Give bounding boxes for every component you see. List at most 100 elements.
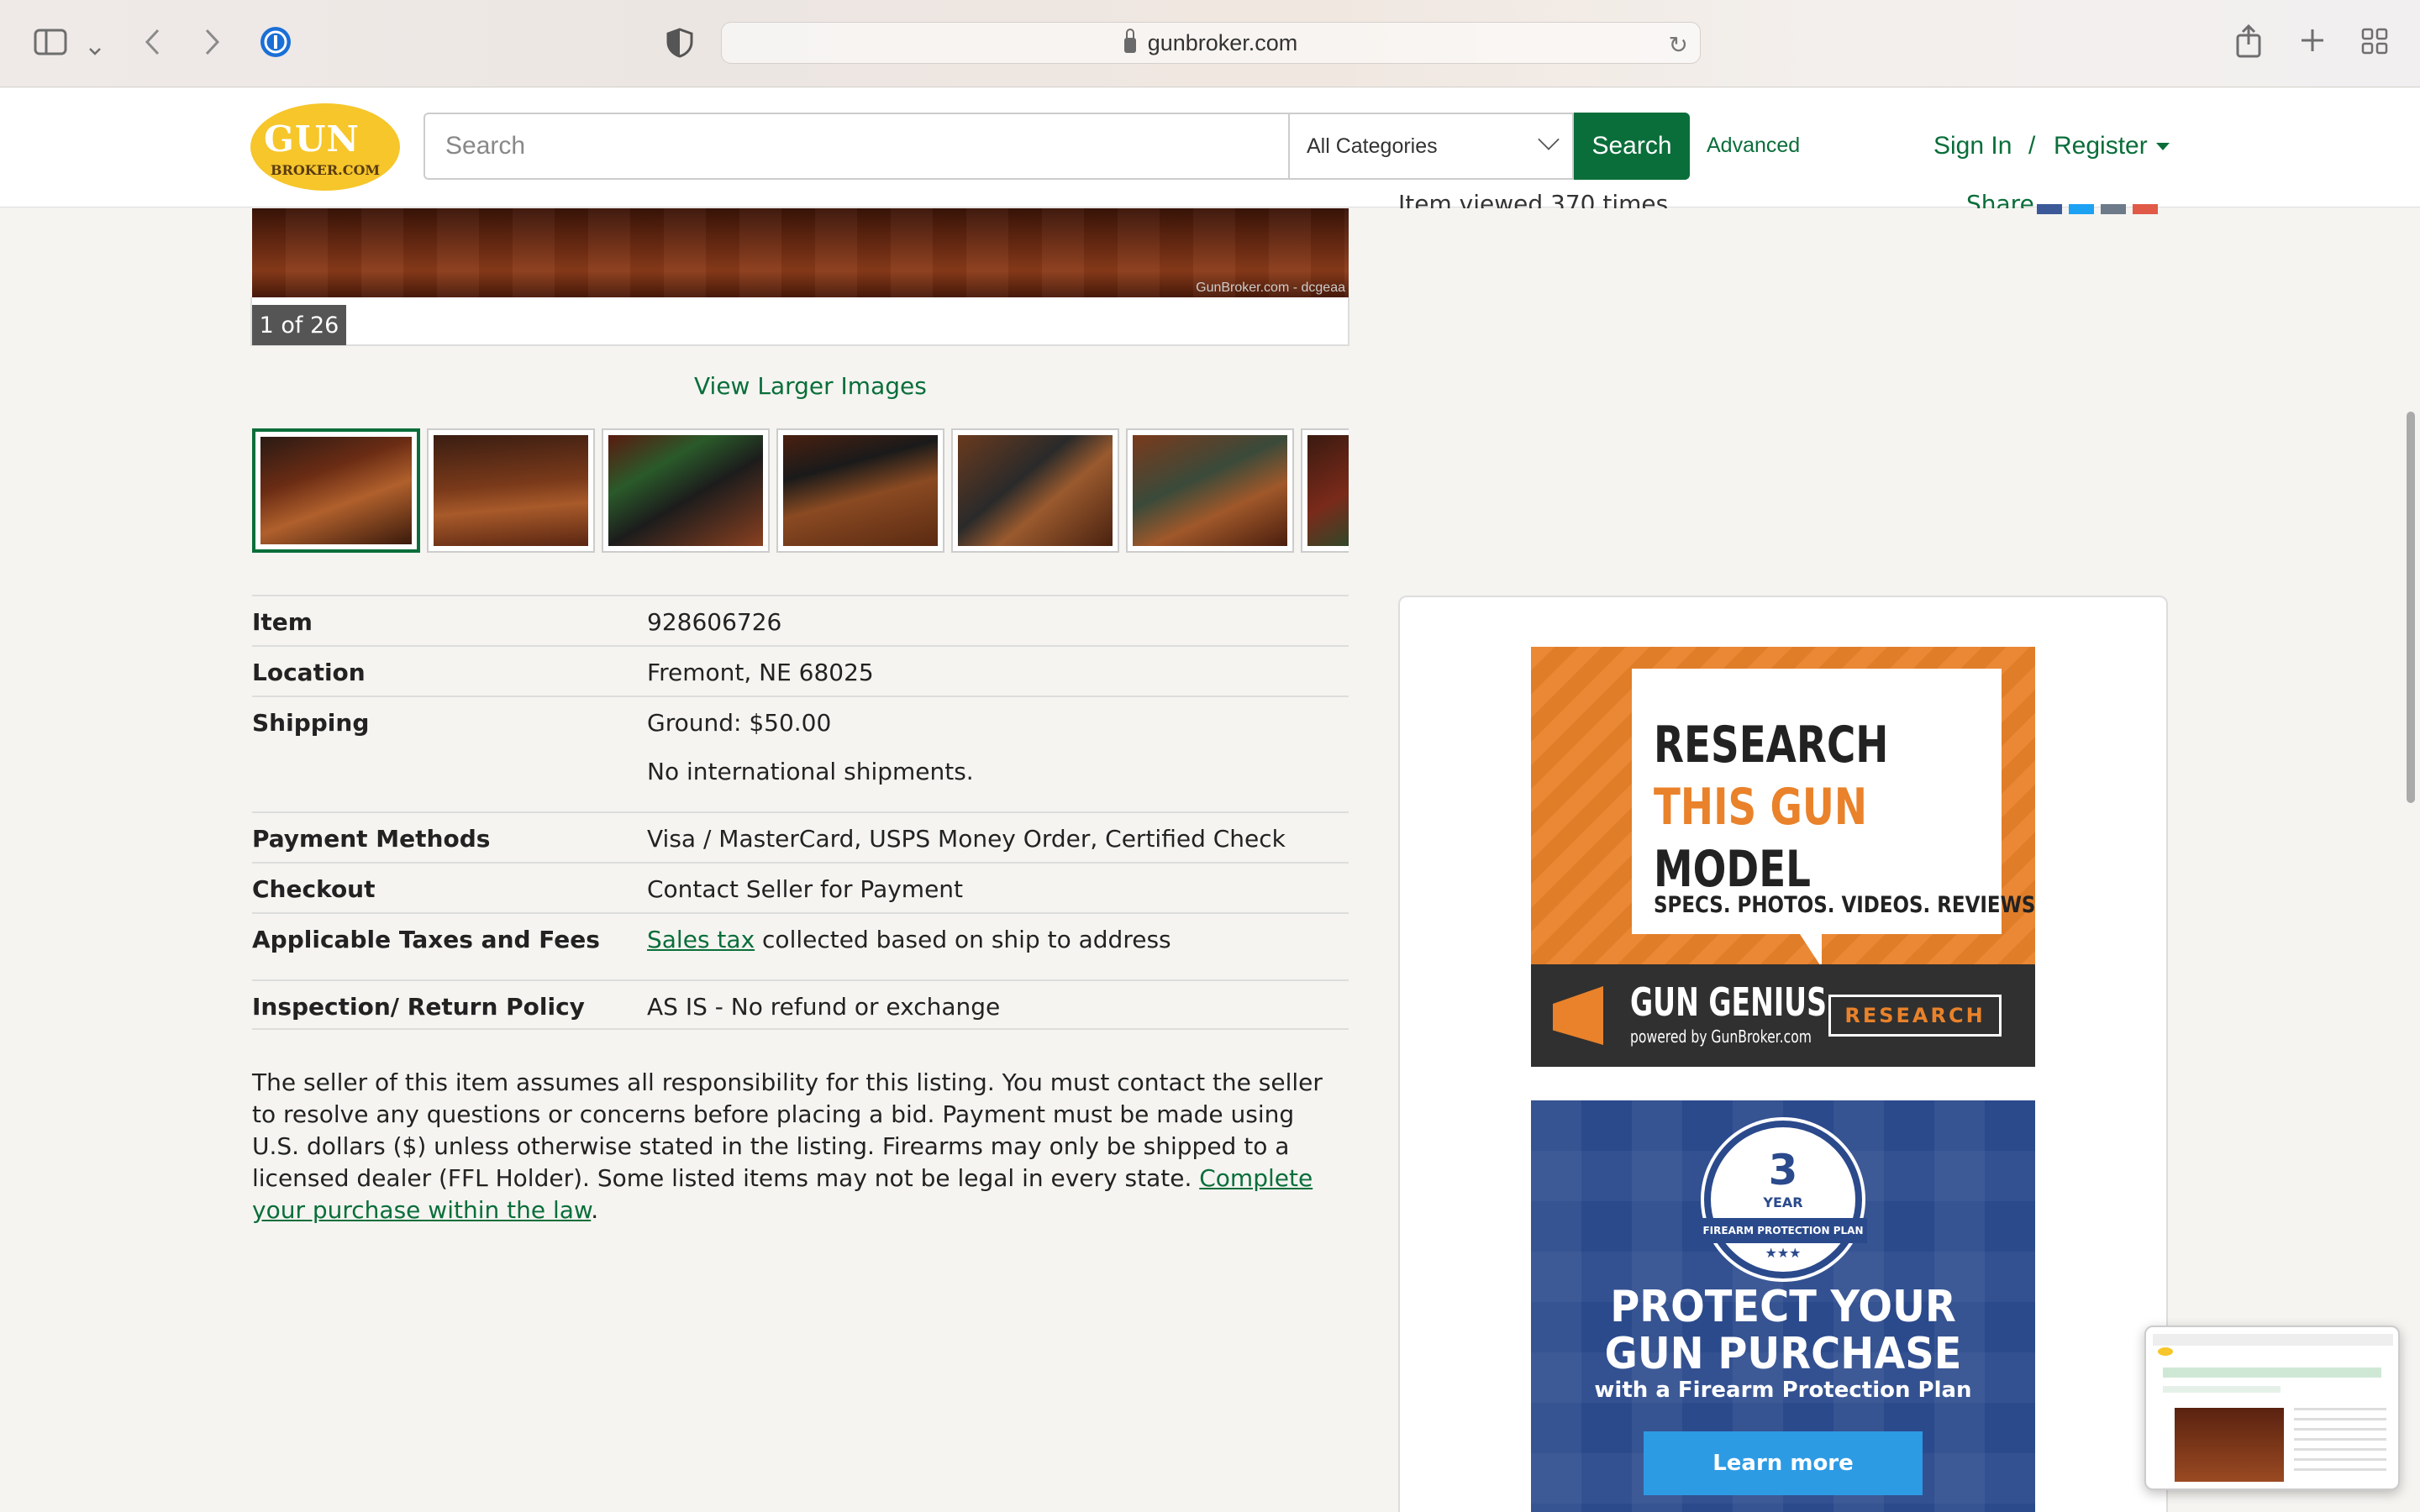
main-item-image[interactable]: GunBroker.com - dcgeaa	[252, 208, 1349, 297]
thumbnail-image	[1133, 435, 1287, 546]
badge-band: FIREARM PROTECTION PLAN	[1699, 1218, 1867, 1243]
thumbnail-image	[434, 435, 588, 546]
detail-value: Contact Seller for Payment	[647, 875, 964, 903]
detail-value: AS IS - No refund or exchange	[647, 993, 1001, 1021]
address-bar[interactable]: gunbroker.com ↻	[721, 22, 1701, 64]
detail-value: Visa / MasterCard, USPS Money Order, Cer…	[647, 825, 1286, 853]
thumbnail[interactable]	[427, 428, 595, 553]
sidebar-icon[interactable]	[34, 29, 67, 60]
thumbnail[interactable]	[1301, 428, 1349, 553]
detail-value-text: collected based on ship to address	[755, 926, 1171, 953]
view-larger-images-link[interactable]: View Larger Images	[694, 372, 927, 400]
google-plus-icon[interactable]	[2133, 204, 2158, 214]
detail-row-shipping: Shipping Ground: $50.00 No international…	[252, 696, 1349, 811]
category-select[interactable]: All Categories	[1288, 113, 1574, 180]
seller-disclaimer: The seller of this item assumes all resp…	[252, 1067, 1344, 1226]
image-frame	[250, 297, 1349, 346]
item-viewed-count: Item viewed 370 times.	[1398, 190, 1676, 208]
window-preview-thumbnail[interactable]	[2144, 1326, 2400, 1490]
search-field[interactable]	[424, 113, 1289, 180]
ad-headline-line3: MODEL	[1654, 840, 1812, 899]
new-tab-icon[interactable]	[2299, 27, 2326, 59]
detail-value: Fremont, NE 68025	[647, 659, 874, 686]
register-link[interactable]: Register	[2054, 132, 2170, 160]
research-button[interactable]: RESEARCH	[1828, 995, 2002, 1037]
search-input[interactable]	[425, 114, 1289, 178]
badge-stars: ★★★	[1765, 1245, 1802, 1261]
thumbnail[interactable]	[602, 428, 770, 553]
detail-value: Ground: $50.00	[647, 709, 832, 737]
disclaimer-end: .	[591, 1196, 599, 1224]
preview-header	[2153, 1334, 2393, 1346]
ad-subheadline: with a Firearm Protection Plan	[1594, 1378, 1972, 1403]
powered-by-text: powered by GunBroker.com	[1630, 1026, 1812, 1047]
detail-row-return-policy: Inspection/ Return Policy AS IS - No ref…	[252, 979, 1349, 1030]
page-scrollbar[interactable]	[2407, 412, 2415, 803]
browser-toolbar: gunbroker.com ↻	[0, 0, 2420, 87]
ad-headline-line1: PROTECT YOUR	[1610, 1282, 1956, 1332]
image-counter: 1 of 26	[252, 305, 346, 345]
logo-text-gun: GUN	[264, 118, 360, 160]
detail-label: Item	[252, 608, 313, 636]
back-icon[interactable]	[143, 27, 161, 62]
detail-value-secondary: No international shipments.	[647, 758, 974, 785]
password-manager-icon[interactable]	[259, 25, 292, 64]
item-details-table: Item 928606726 Location Fremont, NE 6802…	[252, 595, 1349, 1030]
advanced-search-link[interactable]: Advanced	[1707, 134, 1800, 158]
detail-label: Payment Methods	[252, 825, 491, 853]
sales-tax-link[interactable]: Sales tax	[647, 926, 755, 953]
logo-text-broker: BROKER.COM	[271, 162, 381, 178]
badge-number: 3	[1768, 1146, 1798, 1194]
facebook-icon[interactable]	[2037, 204, 2062, 214]
url-text: gunbroker.com	[1147, 29, 1298, 55]
share-icon[interactable]	[2235, 24, 2262, 64]
ad-headline: PROTECT YOUR GUN PURCHASE	[1551, 1284, 2015, 1378]
caret-down-icon	[2155, 143, 2170, 150]
gun-genius-brand: GUN GENIUS	[1630, 979, 1827, 1025]
thumbnail[interactable]	[1126, 428, 1294, 553]
detail-label: Shipping	[252, 709, 370, 737]
research-gun-ad[interactable]: RESEARCH THIS GUN MODEL SPECS. PHOTOS. V…	[1531, 647, 2035, 1067]
detail-label: Location	[252, 659, 366, 686]
email-icon[interactable]	[2101, 204, 2126, 214]
share-label: Share	[1966, 190, 2034, 208]
detail-row-payment-methods: Payment Methods Visa / MasterCard, USPS …	[252, 811, 1349, 862]
tab-overview-icon[interactable]	[2361, 28, 2388, 60]
thumbnail-image	[958, 435, 1113, 546]
learn-more-button[interactable]: Learn more	[1644, 1431, 1923, 1495]
twitter-icon[interactable]	[2069, 204, 2094, 214]
preview-text-lines	[2294, 1408, 2386, 1475]
thumbnail-image	[783, 435, 938, 546]
detail-row-checkout: Checkout Contact Seller for Payment	[252, 862, 1349, 912]
reload-icon[interactable]: ↻	[1669, 31, 1688, 59]
chevron-down-icon[interactable]	[87, 34, 103, 62]
detail-row-location: Location Fremont, NE 68025	[252, 645, 1349, 696]
protection-plan-badge: 3 YEAR FIREARM PROTECTION PLAN ★★★	[1699, 1121, 1867, 1278]
ad-headline-line2: THIS GUN	[1654, 778, 1868, 837]
wood-grain	[252, 208, 1349, 297]
sign-in-link[interactable]: Sign In	[1933, 132, 2012, 160]
ad-headline-line1: RESEARCH	[1654, 716, 1889, 774]
ad-subheadline: SPECS. PHOTOS. VIDEOS. REVIEWS.	[1654, 892, 2035, 918]
thumbnail-strip	[252, 428, 1349, 554]
share-icons	[2037, 202, 2165, 218]
search-button[interactable]: Search	[1574, 113, 1690, 180]
preview-subbanner	[2163, 1386, 2281, 1393]
thumbnail[interactable]	[776, 428, 944, 553]
auth-separator: /	[2028, 132, 2036, 160]
register-label: Register	[2054, 132, 2148, 160]
forward-icon[interactable]	[203, 27, 222, 62]
ad-speech-card: RESEARCH THIS GUN MODEL SPECS. PHOTOS. V…	[1632, 669, 2035, 968]
thumbnail-image	[260, 437, 412, 544]
site-header: GUN BROKER.COM All Categories Search Adv…	[0, 88, 2420, 207]
detail-value: 928606726	[647, 608, 782, 636]
preview-banner	[2163, 1368, 2381, 1378]
chevron-down-icon	[1538, 129, 1560, 150]
protection-plan-ad[interactable]: 3 YEAR FIREARM PROTECTION PLAN ★★★ PROTE…	[1531, 1100, 2035, 1512]
gunbroker-logo[interactable]: GUN BROKER.COM	[250, 103, 400, 191]
privacy-shield-icon[interactable]	[666, 27, 694, 64]
thumbnail[interactable]	[252, 428, 420, 553]
detail-label: Applicable Taxes and Fees	[252, 926, 600, 953]
detail-value: Sales tax collected based on ship to add…	[647, 926, 1171, 953]
thumbnail[interactable]	[951, 428, 1119, 553]
